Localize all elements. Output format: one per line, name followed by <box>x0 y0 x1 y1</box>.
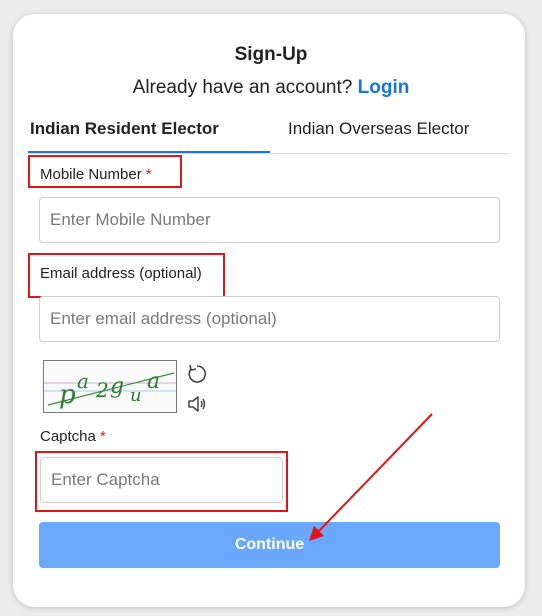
mobile-number-label-text: Mobile Number <box>40 166 142 183</box>
captcha-image: p a 2 g u a <box>43 360 177 413</box>
captcha-graphic: p a 2 g u a <box>44 369 176 410</box>
mobile-number-input[interactable] <box>39 197 500 243</box>
captcha-input[interactable] <box>40 457 283 503</box>
email-address-label: Email address (optional) <box>40 265 202 282</box>
elector-tabs: Indian Resident Elector Indian Overseas … <box>28 110 510 154</box>
tab-indian-overseas-elector[interactable]: Indian Overseas Elector <box>288 119 469 139</box>
tab-indian-resident-elector[interactable]: Indian Resident Elector <box>30 119 219 139</box>
continue-button[interactable]: Continue <box>39 522 500 568</box>
email-address-input[interactable] <box>39 296 500 342</box>
required-asterisk: * <box>145 166 152 183</box>
captcha-label-text: Captcha <box>40 428 96 445</box>
mobile-number-label: Mobile Number * <box>40 166 152 183</box>
captcha-char-5: a <box>147 369 160 394</box>
page-title: Sign-Up <box>234 44 308 65</box>
refresh-icon[interactable] <box>186 363 208 390</box>
captcha-char-3: g <box>110 374 124 399</box>
login-prompt: Already have an account? Login <box>0 77 542 99</box>
captcha-char-0: p <box>59 380 76 410</box>
captcha-char-2: 2 <box>95 378 109 402</box>
captcha-char-4: u <box>130 385 142 406</box>
login-prompt-text: Already have an account? <box>132 77 353 98</box>
captcha-label: Captcha * <box>40 428 106 445</box>
login-link[interactable]: Login <box>358 77 410 98</box>
active-tab-indicator <box>28 151 270 153</box>
captcha-char-1: a <box>77 369 89 393</box>
speaker-icon[interactable] <box>186 393 208 420</box>
required-asterisk: * <box>100 428 106 445</box>
